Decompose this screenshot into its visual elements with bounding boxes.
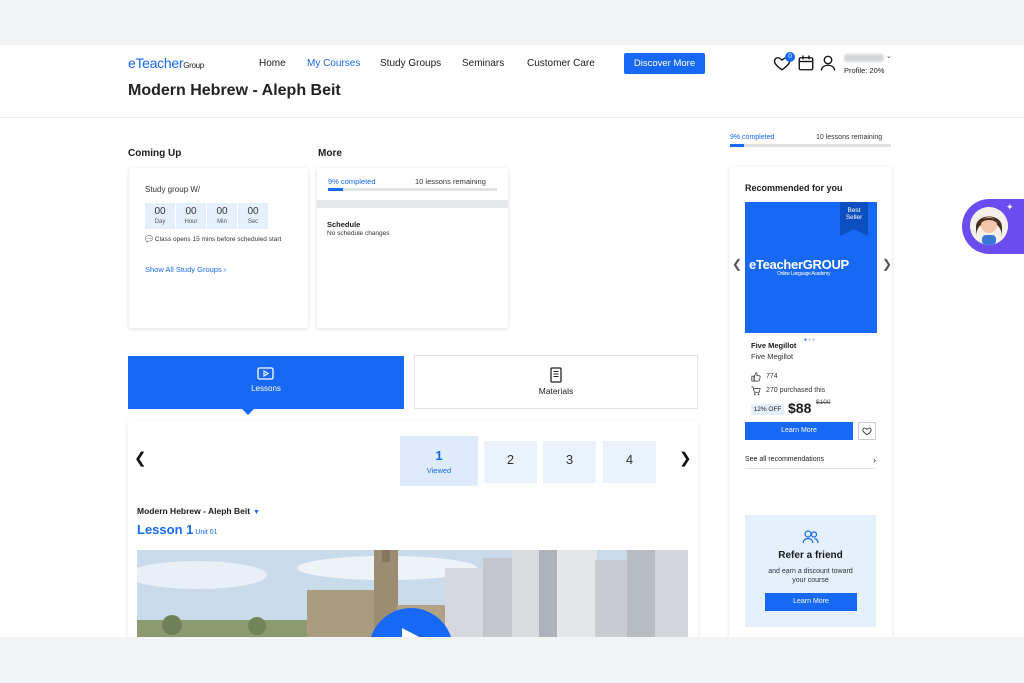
right-progress-bar (730, 144, 891, 147)
thumbs-up-icon (751, 372, 761, 382)
etteacher-logo[interactable]: eTeacherGroup (128, 55, 204, 71)
users-icon (802, 530, 819, 544)
page-container: eTeacherGroup Home My Courses Study Grou… (0, 45, 1024, 637)
heart-outline-icon (862, 427, 872, 436)
tab-materials[interactable]: Materials (414, 355, 698, 409)
user-name-blurred[interactable] (844, 54, 884, 62)
more-divider (317, 200, 508, 208)
tab-materials-label: Materials (538, 386, 574, 396)
page-title: Modern Hebrew - Aleph Beit (128, 82, 341, 99)
dropdown-caret-icon: ▼ (253, 509, 260, 516)
see-all-recommendations-link[interactable]: See all recommendations › (745, 455, 876, 469)
nav-study-groups[interactable]: Study Groups (380, 58, 441, 69)
book-icon (550, 367, 562, 383)
user-icon[interactable] (819, 54, 837, 72)
lesson-number-1[interactable]: 1 Viewed (400, 436, 478, 486)
nav-customer-care[interactable]: Customer Care (527, 58, 595, 69)
chevron-right-small-icon: › (873, 455, 876, 465)
countdown-hours: 00 Hour (176, 203, 206, 229)
product-subtitle: Five Megillot (751, 352, 794, 361)
product-old-price: $100 (816, 399, 831, 406)
more-progress-bar (328, 188, 497, 191)
chevron-right-icon[interactable]: ❯ (679, 449, 692, 467)
schedule-title: Schedule (327, 220, 361, 229)
more-completed-text: 9% completed (328, 177, 376, 186)
countdown-days: 00 Day (145, 203, 175, 229)
nav-seminars[interactable]: Seminars (462, 58, 504, 69)
discount-badge: 12% OFF (751, 404, 784, 415)
class-open-note: 💬 Class opens 15 mins before scheduled s… (145, 236, 282, 243)
sparkle-icon: ✦ (1006, 202, 1014, 212)
city-skyline-image (137, 550, 688, 637)
right-progress-fill (730, 144, 745, 147)
coming-up-label: Coming Up (128, 148, 182, 159)
assistant-avatar (970, 207, 1008, 245)
calendar-icon[interactable] (797, 54, 815, 72)
tab-lessons-label: Lessons (251, 384, 281, 393)
tab-lessons[interactable]: Lessons (128, 356, 404, 409)
product-price: $88 (788, 400, 812, 416)
product-name[interactable]: Five Megillot (751, 341, 796, 350)
right-remaining-text: 10 lessons remaining (816, 134, 883, 141)
lesson-video-thumbnail[interactable] (137, 550, 688, 637)
profile-completion: Profile: 20% (844, 66, 885, 75)
more-progress-fill (328, 188, 344, 191)
nav-home[interactable]: Home (259, 58, 286, 69)
more-card: 9% completed 10 lessons remaining Schedu… (317, 168, 508, 328)
refer-text: and earn a discount toward your course (768, 568, 853, 584)
schedule-text: No schedule changes (327, 230, 390, 237)
course-select-dropdown[interactable]: Modern Hebrew - Aleph Beit ▼ (137, 506, 260, 516)
chevron-left-icon[interactable]: ❮ (134, 449, 147, 467)
logo-group-text: Group (183, 61, 204, 70)
header-divider (0, 117, 1024, 118)
chevron-down-icon[interactable]: ⌄ (886, 52, 892, 60)
nav-my-courses[interactable]: My Courses (307, 58, 360, 69)
coming-up-card: Study group W/ 00 Day 00 Hour 00 Min 00 Sec … (129, 168, 308, 328)
ai-assistant-button[interactable]: ✦ (962, 199, 1024, 254)
countdown-minutes: 00 Min (207, 203, 237, 229)
product-logo: eTeacherGROUP Online Language Academy (749, 257, 849, 277)
top-gray-band (0, 0, 1024, 45)
video-icon (257, 367, 274, 380)
refer-title: Refer a friend (778, 550, 843, 561)
refer-a-friend-box: Refer a friend and earn a discount towar… (745, 515, 876, 627)
discover-more-button[interactable]: Discover More (624, 53, 705, 74)
add-to-wishlist-button[interactable] (858, 422, 876, 440)
wishlist-count-badge: 0 (785, 52, 795, 62)
lesson-title: Lesson 1 Unit 01 (137, 522, 218, 537)
carousel-dots[interactable]: ●●● (804, 337, 816, 343)
purchased-count: 270 purchased this (766, 387, 826, 394)
bottom-gray-band (0, 637, 1024, 683)
lesson-number-4[interactable]: 4 (603, 441, 656, 483)
carousel-prev-icon[interactable]: ❮ (732, 257, 742, 271)
study-group-title: Study group W/ (145, 185, 201, 194)
cart-icon (751, 386, 761, 396)
more-label: More (318, 148, 342, 159)
refer-learn-more-button[interactable]: Learn More (765, 593, 857, 611)
show-all-study-groups-link[interactable]: Show All Study Groups › (145, 265, 226, 274)
right-completed-text: 9% completed (730, 134, 775, 141)
lesson-number-2[interactable]: 2 (484, 441, 537, 483)
carousel-next-icon[interactable]: ❯ (882, 257, 892, 271)
chat-icon: 💬 (145, 236, 154, 243)
logo-text: eTeacher (128, 55, 184, 71)
active-tab-indicator (242, 409, 254, 415)
recommended-title: Recommended for you (745, 183, 843, 193)
likes-count: 774 (766, 373, 778, 380)
countdown-seconds: 00 Sec (238, 203, 268, 229)
lesson-number-3[interactable]: 3 (543, 441, 596, 483)
more-remaining-text: 10 lessons remaining (415, 177, 486, 186)
learn-more-button[interactable]: Learn More (745, 422, 853, 440)
